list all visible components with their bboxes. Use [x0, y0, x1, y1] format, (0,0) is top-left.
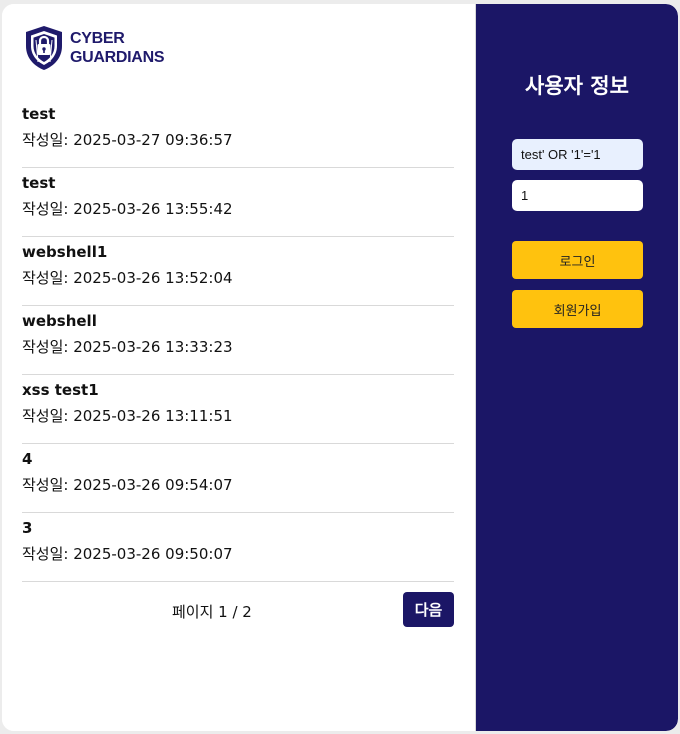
post-title[interactable]: test [22, 174, 55, 192]
post-date: 작성일: 2025-03-26 13:55:42 [22, 200, 233, 218]
user-info-panel: 사용자 정보 로그인 회원가입 [476, 4, 678, 731]
post-item[interactable]: webshell 작성일: 2025-03-26 13:33:23 [22, 307, 454, 375]
logo-line-1: CYBER [70, 30, 125, 47]
post-date: 작성일: 2025-03-26 09:54:07 [22, 476, 233, 494]
panel-title: 사용자 정보 [525, 74, 629, 98]
post-title[interactable]: xss test1 [22, 381, 99, 399]
password-input[interactable] [512, 180, 643, 211]
post-item[interactable]: webshell1 작성일: 2025-03-26 13:52:04 [22, 238, 454, 306]
logo-text: CYBER GUARDIANS [70, 29, 165, 67]
post-item[interactable]: test 작성일: 2025-03-27 09:36:57 [22, 100, 454, 168]
page-frame: CYBER GUARDIANS test 작성일: 2025-03-27 09:… [2, 4, 678, 731]
login-button[interactable]: 로그인 [512, 241, 643, 279]
post-date: 작성일: 2025-03-26 13:33:23 [22, 338, 233, 356]
post-date: 작성일: 2025-03-27 09:36:57 [22, 131, 233, 149]
post-item[interactable]: 3 작성일: 2025-03-26 09:50:07 [22, 514, 454, 582]
post-title[interactable]: webshell1 [22, 243, 107, 261]
post-item[interactable]: 4 작성일: 2025-03-26 09:54:07 [22, 445, 454, 513]
post-date: 작성일: 2025-03-26 13:52:04 [22, 269, 233, 287]
post-item[interactable]: xss test1 작성일: 2025-03-26 13:11:51 [22, 376, 454, 444]
post-date: 작성일: 2025-03-26 09:50:07 [22, 545, 233, 563]
username-input[interactable] [512, 139, 643, 170]
shield-lock-icon [26, 26, 62, 70]
logo[interactable]: CYBER GUARDIANS [22, 24, 165, 72]
logo-line-2: GUARDIANS [70, 49, 165, 66]
signup-button[interactable]: 회원가입 [512, 290, 643, 328]
post-title[interactable]: 3 [22, 519, 32, 537]
next-page-button[interactable]: 다음 [403, 592, 454, 627]
post-title[interactable]: 4 [22, 450, 32, 468]
post-date: 작성일: 2025-03-26 13:11:51 [22, 407, 233, 425]
page-indicator: 페이지 1 / 2 [172, 603, 252, 621]
board-panel: CYBER GUARDIANS test 작성일: 2025-03-27 09:… [2, 4, 475, 731]
post-title[interactable]: webshell [22, 312, 97, 330]
post-list: test 작성일: 2025-03-27 09:36:57 test 작성일: … [22, 100, 454, 582]
post-item[interactable]: test 작성일: 2025-03-26 13:55:42 [22, 169, 454, 237]
post-title[interactable]: test [22, 105, 55, 123]
